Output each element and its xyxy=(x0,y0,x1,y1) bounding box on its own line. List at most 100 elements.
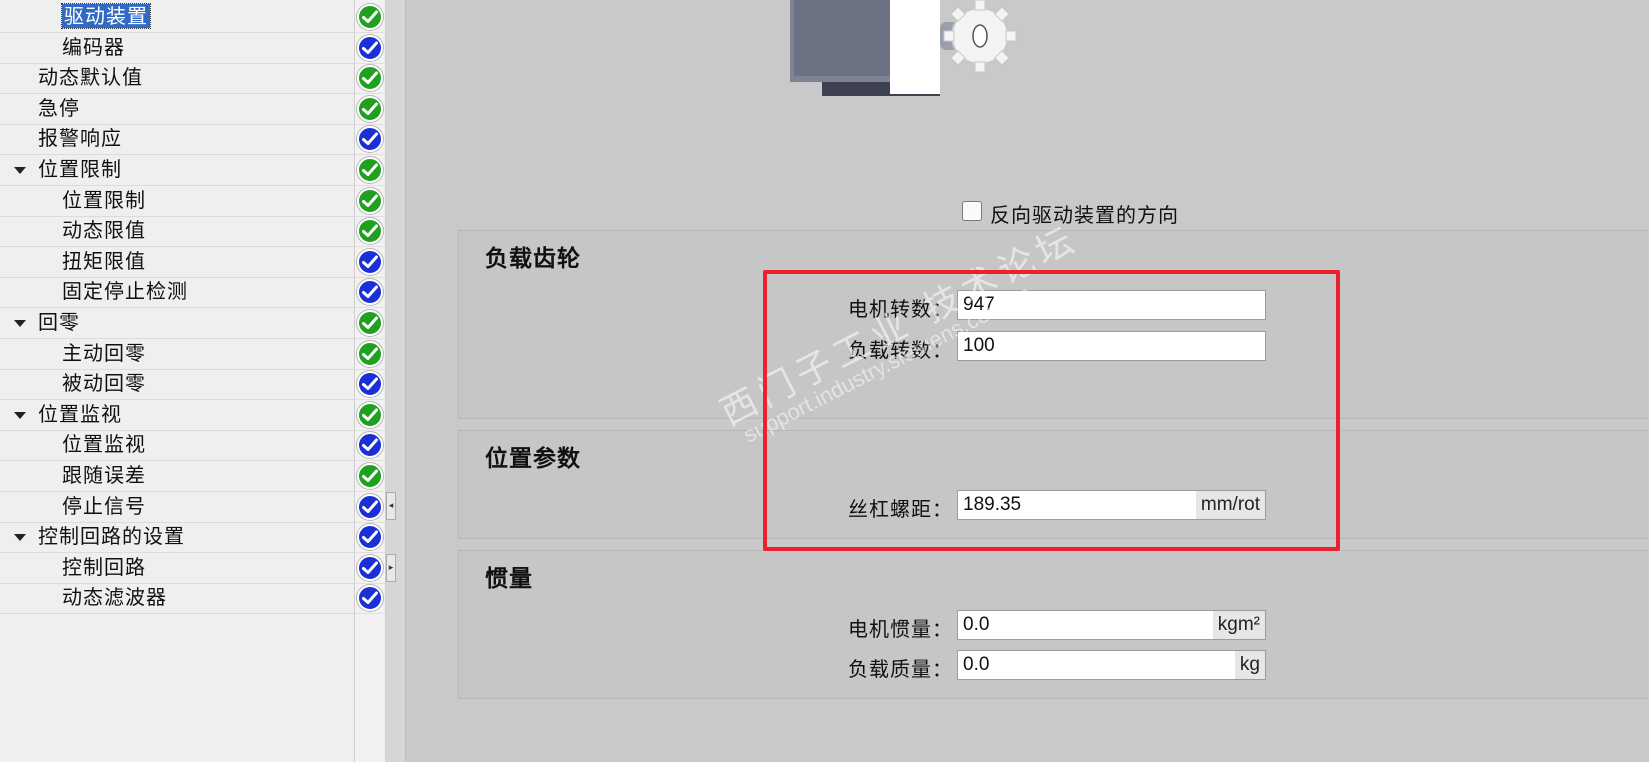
nav-item-label: 动态限值 xyxy=(62,218,146,243)
status-ok-check-icon xyxy=(357,157,383,183)
nav-item[interactable]: 固定停止检测 xyxy=(0,276,354,309)
status-cell xyxy=(355,307,385,339)
nav-item-label: 位置监视 xyxy=(38,401,122,426)
red-highlight-box xyxy=(763,270,1340,551)
nav-item[interactable]: 驱动装置 xyxy=(0,1,354,33)
nav-item-label: 位置限制 xyxy=(62,187,146,212)
status-ok-check-icon xyxy=(357,401,383,428)
status-column xyxy=(354,0,386,762)
status-ok-check-icon xyxy=(357,65,383,92)
status-check-blue-icon xyxy=(357,279,383,306)
status-check-blue-icon xyxy=(357,432,383,459)
motor-inertia-label: 电机惯量： xyxy=(848,617,953,641)
motor-inertia-input[interactable]: 0.0 kgm² xyxy=(957,610,1266,640)
status-cell xyxy=(355,368,385,401)
collapse-left-icon[interactable]: ◂ xyxy=(386,492,396,520)
expand-right-icon[interactable]: ▸ xyxy=(386,554,396,582)
nav-item[interactable]: 编码器 xyxy=(0,32,354,64)
nav-item-label: 扭矩限值 xyxy=(62,248,146,273)
nav-item-label: 跟随误差 xyxy=(62,463,146,487)
status-cell xyxy=(355,246,385,278)
status-cell xyxy=(355,276,385,309)
status-cell xyxy=(355,123,385,156)
inertia-title: 惯量 xyxy=(485,565,533,592)
status-cell xyxy=(355,215,385,248)
nav-item-label: 动态滤波器 xyxy=(62,585,167,610)
nav-item-label: 编码器 xyxy=(62,34,125,59)
nav-item[interactable]: 位置限制 xyxy=(0,154,354,186)
status-cell xyxy=(355,185,385,217)
motor-inertia-value: 0.0 xyxy=(963,614,990,635)
nav-item[interactable]: 急停 xyxy=(0,93,354,125)
position-params-title: 位置参数 xyxy=(485,445,581,472)
nav-item[interactable]: 控制回路的设置 xyxy=(0,521,354,554)
status-check-blue-icon xyxy=(357,585,383,612)
status-ok-check-icon xyxy=(357,95,383,122)
status-cell xyxy=(355,491,385,523)
invert-direction-checkbox[interactable] xyxy=(962,201,982,221)
nav-item[interactable]: 控制回路 xyxy=(0,552,354,584)
nav-item[interactable]: 被动回零 xyxy=(0,368,354,401)
nav-item[interactable]: 跟随误差 xyxy=(0,460,354,492)
nav-item[interactable]: 位置限制 xyxy=(0,185,354,217)
panel-splitter[interactable]: ◂ ▸ xyxy=(386,0,406,762)
nav-item[interactable]: 动态限值 xyxy=(0,215,354,248)
nav-item-label: 位置限制 xyxy=(38,157,122,181)
status-ok-check-icon xyxy=(357,340,383,367)
status-cell xyxy=(355,582,385,615)
status-cell xyxy=(355,154,385,186)
nav-item[interactable]: 停止信号 xyxy=(0,491,354,523)
load-mass-input[interactable]: 0.0 kg xyxy=(957,650,1266,680)
status-check-blue-icon xyxy=(357,34,383,61)
nav-item-label: 报警响应 xyxy=(38,126,122,151)
expand-arrow-icon[interactable] xyxy=(14,320,26,327)
status-cell xyxy=(355,1,385,33)
status-check-blue-icon xyxy=(357,126,383,153)
status-cell xyxy=(355,338,385,370)
invert-direction-label: 反向驱动装置的方向 xyxy=(990,203,1179,227)
load-mass-label: 负载质量： xyxy=(848,657,953,681)
nav-item-label: 停止信号 xyxy=(62,493,146,518)
load-mass-value: 0.0 xyxy=(963,654,990,675)
status-cell xyxy=(355,399,385,431)
expand-arrow-icon[interactable] xyxy=(14,167,26,174)
status-check-blue-icon xyxy=(357,248,383,275)
nav-item-label: 动态默认值 xyxy=(38,65,143,90)
status-check-blue-icon xyxy=(357,554,383,581)
expand-arrow-icon[interactable] xyxy=(14,534,26,542)
main-panel: 反向驱动装置的方向 负载齿轮 电机转数： 947 负载转数： 100 位置参数 … xyxy=(406,0,1649,762)
status-check-blue-icon xyxy=(357,371,383,398)
nav-item[interactable]: 动态滤波器 xyxy=(0,582,354,615)
motor-gear-illustration xyxy=(790,0,1017,96)
nav-item-label: 固定停止检测 xyxy=(62,279,188,304)
nav-item-label: 控制回路的设置 xyxy=(38,524,185,549)
nav-item-label: 位置监视 xyxy=(62,432,146,457)
nav-item[interactable]: 位置监视 xyxy=(0,399,354,431)
nav-item-label: 驱动装置 xyxy=(61,3,151,29)
status-cell xyxy=(355,93,385,125)
expand-arrow-icon[interactable] xyxy=(14,411,26,419)
nav-item-label: 主动回零 xyxy=(62,340,146,365)
status-ok-check-icon xyxy=(357,218,383,245)
status-cell xyxy=(355,552,385,584)
nav-item-label: 回零 xyxy=(38,310,80,334)
status-cell xyxy=(355,32,385,64)
status-cell xyxy=(355,521,385,554)
status-check-blue-icon xyxy=(357,493,383,520)
status-ok-check-icon xyxy=(357,187,383,214)
inertia-section: 惯量 电机惯量： 0.0 kgm² 负载质量： 0.0 kg xyxy=(458,550,1649,699)
nav-item[interactable]: 扭矩限值 xyxy=(0,246,354,278)
nav-item-label: 急停 xyxy=(38,95,80,120)
nav-item[interactable]: 回零 xyxy=(0,307,354,339)
navigation-tree: 驱动装置 编码器 动态默认值 急停 报警响应 位置限制 位置限制 动态限值 扭矩限值 固定停止检测… xyxy=(0,0,354,762)
nav-item[interactable]: 主动回零 xyxy=(0,338,354,370)
nav-item[interactable]: 报警响应 xyxy=(0,123,354,156)
nav-item[interactable]: 位置监视 xyxy=(0,429,354,462)
status-ok-check-icon xyxy=(357,463,383,489)
load-gear-title: 负载齿轮 xyxy=(485,245,581,272)
status-cell xyxy=(355,460,385,492)
nav-item[interactable]: 动态默认值 xyxy=(0,62,354,95)
motor-inertia-unit: kgm² xyxy=(1212,611,1265,639)
status-cell xyxy=(355,62,385,95)
status-check-blue-icon xyxy=(357,524,383,551)
